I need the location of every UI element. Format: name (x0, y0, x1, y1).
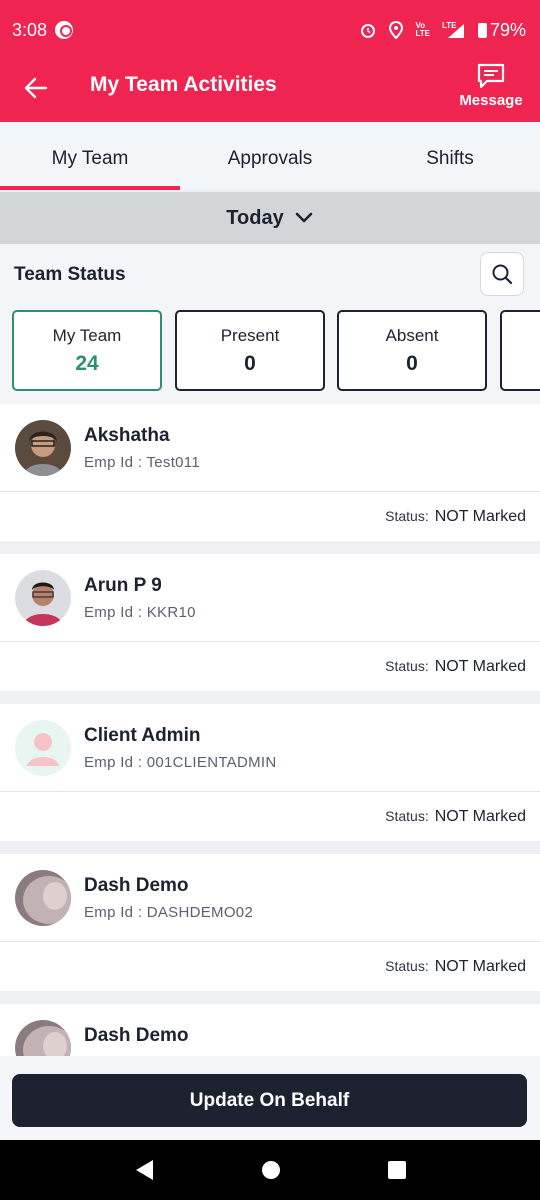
status-key: Status: (385, 958, 429, 974)
attendance-status: Status: NOT Marked (385, 658, 526, 676)
system-nav-bar (0, 1140, 540, 1200)
status-value: NOT Marked (434, 808, 526, 825)
attendance-status: Status: NOT Marked (385, 808, 526, 826)
employee-id: Emp Id : KKR10 (84, 604, 196, 621)
card-label: Absent (385, 326, 439, 345)
team-status-section: Team Status My Team 24 Present 0 Absent … (0, 244, 540, 404)
attendance-status: Status: NOT Marked (385, 508, 526, 526)
battery-percent: 79% (489, 19, 526, 40)
employee-name: Akshatha (84, 425, 170, 446)
message-label: Message (459, 92, 523, 109)
recents-nav-icon[interactable] (387, 1160, 407, 1180)
list-item[interactable]: Dash Demo (0, 1004, 540, 1056)
list-item[interactable]: Akshatha Emp Id : Test011 Status: NOT Mar… (0, 404, 540, 541)
battery-icon (477, 22, 487, 38)
volte-icon: Vo LTE (415, 21, 430, 38)
status-value: NOT Marked (434, 958, 526, 975)
card-label: My Team (52, 326, 122, 345)
status-card-present[interactable]: Present 0 (175, 310, 325, 391)
status-cards: My Team 24 Present 0 Absent 0 (12, 310, 540, 392)
tab-my-team[interactable]: My Team (0, 122, 180, 190)
search-button[interactable] (480, 252, 524, 296)
status-key: Status: (385, 508, 429, 524)
employee-id: Emp Id : 001CLIENTADMIN (84, 754, 277, 771)
card-count: 24 (75, 352, 99, 375)
status-card-partial[interactable] (500, 310, 540, 391)
card-label: Present (220, 326, 280, 345)
card-count: 0 (406, 352, 418, 375)
avatar-placeholder-icon (15, 720, 71, 776)
signal-icon: LTE (442, 21, 464, 38)
message-button[interactable]: Message (456, 62, 526, 109)
status-value: NOT Marked (434, 508, 526, 525)
svg-text:LTE: LTE (442, 21, 457, 30)
avatar (15, 420, 71, 476)
whatsapp-icon (55, 21, 74, 39)
message-icon (477, 63, 505, 89)
date-selector[interactable]: Today (0, 192, 540, 244)
employee-name: Arun P 9 (84, 575, 162, 596)
employee-name: Client Admin (84, 725, 201, 746)
clock-time: 3:08 (12, 19, 48, 40)
employee-id: Emp Id : DASHDEMO02 (84, 904, 254, 921)
date-label: Today (226, 206, 284, 229)
status-bar: 3:08 Vo LTE LTE 79% (0, 0, 540, 60)
update-on-behalf-button[interactable]: Update On Behalf (12, 1074, 527, 1127)
card-count: 0 (244, 352, 256, 375)
location-icon (389, 21, 404, 39)
employee-name: Dash Demo (84, 875, 189, 896)
chevron-down-icon (295, 212, 313, 223)
battery-indicator: 79% (477, 19, 526, 41)
bottom-action-area: Update On Behalf (0, 1056, 540, 1140)
back-arrow-icon[interactable] (22, 74, 50, 102)
tab-approvals[interactable]: Approvals (180, 122, 360, 190)
home-nav-icon[interactable] (260, 1159, 282, 1181)
status-key: Status: (385, 808, 429, 824)
avatar (15, 570, 71, 626)
list-item[interactable]: Dash Demo Emp Id : DASHDEMO02 Status: NOT… (0, 854, 540, 991)
attendance-status: Status: NOT Marked (385, 958, 526, 976)
employee-list: Akshatha Emp Id : Test011 Status: NOT Mar… (0, 404, 540, 1056)
alarm-icon (361, 24, 376, 38)
status-key: Status: (385, 658, 429, 674)
back-nav-icon[interactable] (133, 1158, 155, 1182)
employee-name: Dash Demo (84, 1025, 189, 1046)
list-item[interactable]: Client Admin Emp Id : 001CLIENTADMIN Sta… (0, 704, 540, 841)
list-item[interactable]: Arun P 9 Emp Id : KKR10 Status: NOT Marke… (0, 554, 540, 691)
avatar (15, 870, 71, 926)
status-value: NOT Marked (434, 658, 526, 675)
page-title: My Team Activities (90, 73, 277, 96)
employee-id: Emp Id : Test011 (84, 454, 200, 471)
avatar (15, 1020, 71, 1056)
status-card-my-team[interactable]: My Team 24 (12, 310, 162, 391)
tab-shifts[interactable]: Shifts (360, 122, 540, 190)
tab-bar: My Team Approvals Shifts (0, 122, 540, 190)
app-bar: My Team Activities Message (0, 60, 540, 122)
search-icon (492, 264, 513, 285)
status-card-absent[interactable]: Absent 0 (337, 310, 487, 391)
team-status-title: Team Status (14, 264, 126, 285)
